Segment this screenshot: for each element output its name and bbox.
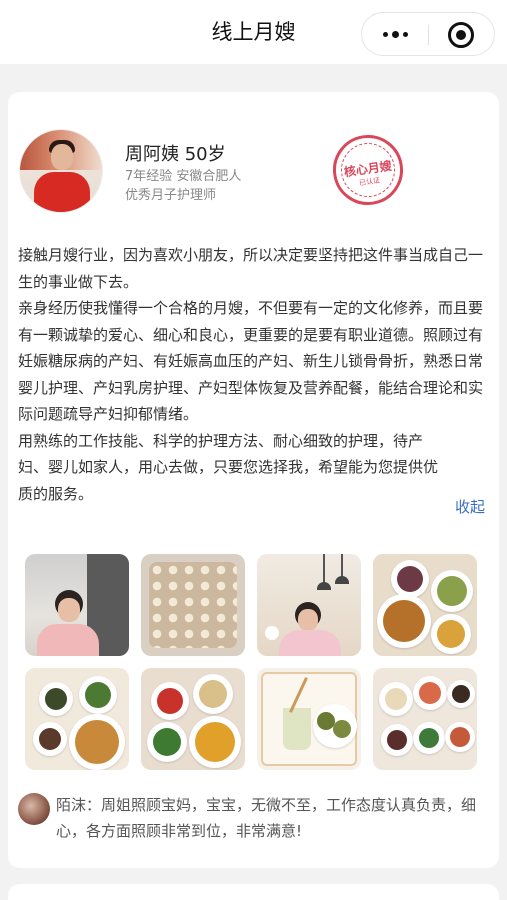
reviewer-avatar: [18, 793, 50, 825]
caregiver-title: 优秀月子护理师: [125, 188, 217, 203]
nav-bar: 线上月嫂: [0, 0, 507, 64]
caregiver-avatar[interactable]: [19, 129, 103, 213]
capsule-divider: [428, 25, 429, 45]
caregiver-experience-location: 7年经验 安徽合肥人: [125, 169, 242, 184]
photo-meal-noodles[interactable]: [25, 668, 129, 770]
collapse-link[interactable]: 收起: [455, 496, 485, 517]
photo-caregiver-at-table[interactable]: [257, 554, 361, 656]
more-dots-icon[interactable]: [362, 13, 429, 55]
next-profile-card: [8, 884, 499, 900]
description-paragraph: 用熟练的工作技能、科学的护理方法、耐心细致的护理，待产妇、婴儿如家人，用心去做，…: [18, 431, 439, 503]
mini-program-capsule: [361, 12, 495, 56]
caregiver-profile-card: 周阿姨 50岁 7年经验 安徽合肥人 优秀月子护理师 核心月嫂 已认证 接触月嫂…: [8, 92, 499, 868]
certified-stamp: 核心月嫂 已认证: [328, 130, 408, 210]
description-paragraph: 接触月嫂行业，因为喜欢小朋友，所以决定要坚持把这件事当成自己一生的事业做下去。: [18, 246, 484, 291]
photo-meal-soup[interactable]: [141, 668, 245, 770]
caregiver-description: 接触月嫂行业，因为喜欢小朋友，所以决定要坚持把这件事当成自己一生的事业做下去。 …: [18, 242, 493, 507]
target-circle-icon[interactable]: [448, 22, 474, 48]
review-text: 陌沫：周姐照顾宝妈，宝宝，无微不至，工作态度认真负责，细心，各方面照顾非常到位，…: [56, 796, 477, 840]
caregiver-name-age: 周阿姨 50岁: [125, 144, 226, 165]
photo-meal-plates[interactable]: [373, 554, 477, 656]
photo-meal-set[interactable]: [373, 668, 477, 770]
photo-drink-and-pancakes[interactable]: [257, 668, 361, 770]
photo-tray-of-dumplings[interactable]: [141, 554, 245, 656]
photo-caregiver-with-baby[interactable]: [25, 554, 129, 656]
description-paragraph: 亲身经历使我懂得一个合格的月嫂，不但要有一定的文化修养，而且要有一颗诚挚的爱心、…: [18, 299, 484, 423]
